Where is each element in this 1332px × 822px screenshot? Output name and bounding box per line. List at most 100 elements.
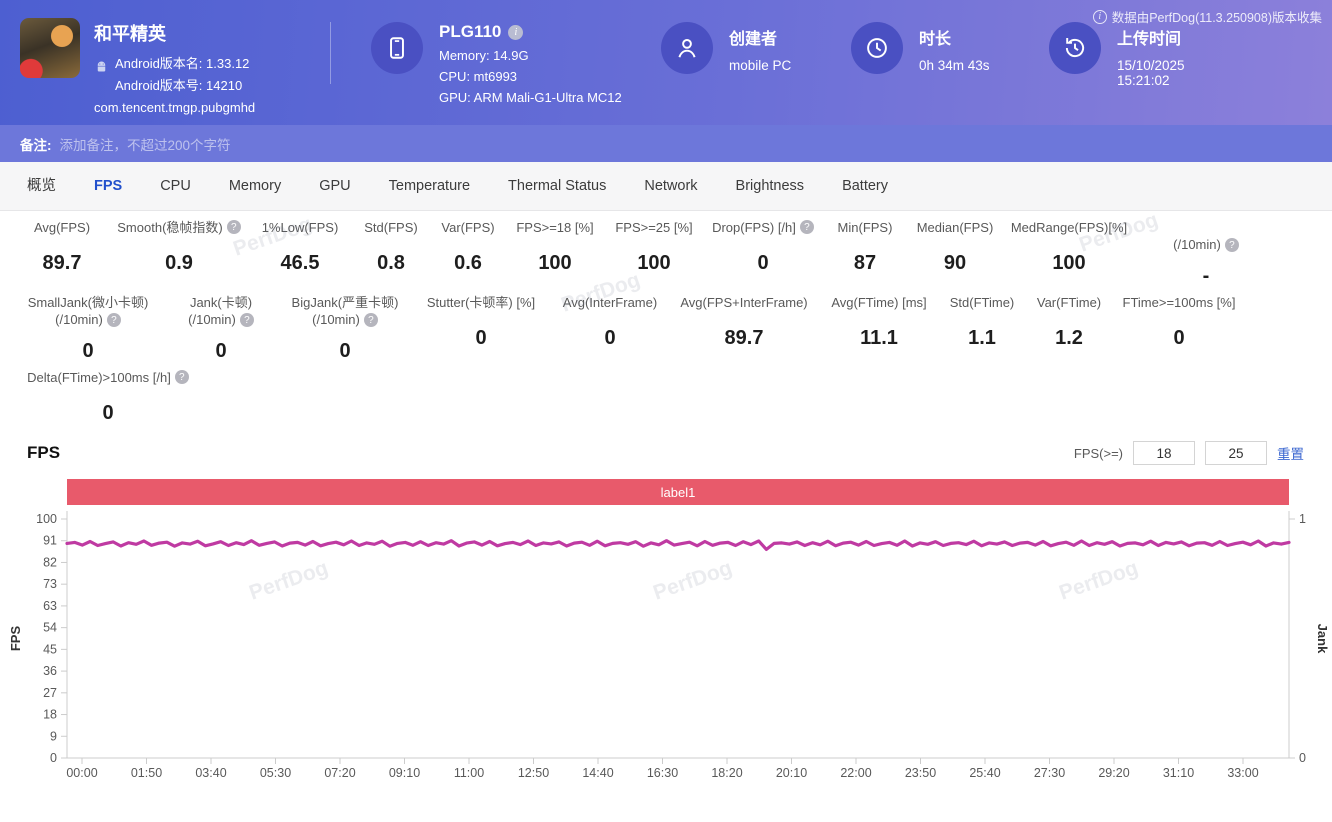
fps-threshold-input-1[interactable]: [1133, 441, 1195, 465]
stat-label-line2: (/10min)?: [284, 311, 406, 328]
info-icon: i: [1092, 9, 1107, 24]
app-icon: [20, 18, 80, 78]
tab-temperature[interactable]: Temperature: [370, 162, 489, 210]
tab-概览[interactable]: 概览: [8, 162, 75, 210]
y-tick-label: 73: [43, 577, 57, 591]
app-title: 和平精英: [94, 24, 166, 44]
y-tick-label: 45: [43, 642, 57, 656]
stat-label: Delta(FTime)>100ms [/h]?: [18, 369, 198, 386]
stat-metric: (/10min)? -: [1136, 219, 1276, 288]
y-tick-label: 82: [43, 555, 57, 569]
y-tick-label: 18: [43, 708, 57, 722]
device-name: PLG110: [439, 22, 502, 41]
stat-label: FPS>=18 [%]: [516, 220, 594, 235]
app-version-code: Android版本号: 14210: [115, 78, 243, 93]
stat-label: FTime>=100ms [%]: [1122, 295, 1236, 310]
tab-network[interactable]: Network: [625, 162, 716, 210]
x-tick-label: 01:50: [131, 766, 162, 780]
y-axis-title: FPS: [8, 626, 23, 652]
stat-label: Std(FPS): [364, 220, 418, 235]
stat-value: 0.8: [377, 252, 405, 274]
stat-label: Std(FTime): [949, 295, 1015, 310]
stat-value: 89.7: [42, 252, 82, 274]
tab-battery[interactable]: Battery: [823, 162, 907, 210]
stat-value: -: [1202, 265, 1210, 287]
chart-banner-text: label1: [660, 484, 696, 500]
tab-gpu[interactable]: GPU: [300, 162, 369, 210]
help-icon[interactable]: ?: [799, 220, 814, 234]
stat-value: 0: [475, 327, 487, 349]
stat-label: Median(FPS): [916, 220, 994, 235]
tab-fps[interactable]: FPS: [75, 162, 141, 210]
stat-value: 0.6: [454, 252, 482, 274]
stat-metric: BigJank(严重卡顿) (/10min)? 0: [280, 294, 410, 363]
help-icon[interactable]: ?: [106, 313, 121, 327]
stat-value: 0: [757, 252, 769, 274]
note-input-bar[interactable]: 备注: 添加备注，不超过200个字符: [0, 125, 1332, 162]
device-info-icon[interactable]: i: [508, 24, 524, 40]
app-package: com.tencent.tmgp.pubgmhd: [94, 100, 256, 115]
android-icon: [94, 59, 109, 77]
stat-label: Avg(FPS): [33, 220, 91, 235]
y-tick-label: 63: [43, 599, 57, 613]
fps-stats-panel: Avg(FPS) 89.7 Smooth(稳帧指数)? 0.9 1%Low(FPS) 46…: [0, 208, 1332, 605]
stat-metric: Avg(FTime) [ms] 11.1: [820, 294, 938, 350]
app-version-name: Android版本名: 1.33.12: [115, 56, 250, 71]
stat-label: BigJank(严重卡顿): [291, 295, 399, 310]
stat-metric: Std(FTime) 1.1: [938, 294, 1026, 350]
stat-value: 0.9: [165, 252, 193, 274]
stat-metric: Min(FPS) 87: [822, 219, 908, 275]
stat-label: [1140, 219, 1272, 236]
x-tick-label: 18:20: [711, 766, 742, 780]
tab-memory[interactable]: Memory: [210, 162, 300, 210]
stat-value: 1.1: [968, 327, 996, 349]
y-tick-label: 0: [50, 751, 57, 765]
creator-label: 创建者: [729, 31, 778, 48]
fps-threshold-input-2[interactable]: [1205, 441, 1267, 465]
stat-value: 1.2: [1055, 327, 1083, 349]
help-icon[interactable]: ?: [239, 313, 254, 327]
stat-metric: MedRange(FPS)[%] 100: [1002, 219, 1136, 275]
stat-label-line2: (/10min)?: [166, 311, 276, 328]
stat-metric: Delta(FTime)>100ms [/h]? 0: [14, 369, 202, 425]
x-tick-label: 00:00: [66, 766, 97, 780]
help-icon[interactable]: ?: [226, 220, 241, 234]
stat-label: Smooth(稳帧指数)?: [114, 219, 244, 236]
app-info-block: 和平精英 Android版本名: 1.33.12 Android版本号: 142…: [0, 0, 330, 115]
stat-value: 87: [853, 252, 877, 274]
fps-chart-title: FPS: [27, 443, 61, 462]
y-tick-label: 27: [43, 686, 57, 700]
help-icon[interactable]: ?: [363, 313, 378, 327]
upload-time-label: 上传时间: [1117, 31, 1182, 48]
tab-brightness[interactable]: Brightness: [717, 162, 824, 210]
x-tick-label: 09:10: [389, 766, 420, 780]
stat-metric: Avg(InterFrame) 0: [552, 294, 668, 350]
help-icon[interactable]: ?: [1224, 238, 1239, 252]
collect-info: i 数据由PerfDog(11.3.250908)版本收集: [1092, 7, 1322, 26]
stat-value: 100: [637, 252, 671, 274]
stat-label: MedRange(FPS)[%]: [1010, 220, 1128, 235]
chart-label-banner: label1: [67, 479, 1289, 505]
stat-metric: Std(FPS) 0.8: [352, 219, 430, 275]
stat-metric: Var(FTime) 1.2: [1026, 294, 1112, 350]
x-tick-label: 16:30: [647, 766, 678, 780]
stats-row-2: SmallJank(微小卡顿) (/10min)? 0 Jank(卡顿) (/10min…: [14, 294, 1332, 363]
stat-label: Var(FPS): [441, 220, 495, 235]
upload-time-value: 15/10/2025 15:21:02: [1117, 58, 1185, 88]
x-tick-label: 11:00: [454, 766, 484, 780]
stat-value: 46.5: [280, 252, 320, 274]
reset-link[interactable]: 重置: [1277, 443, 1304, 463]
tab-thermal-status[interactable]: Thermal Status: [489, 162, 625, 210]
stat-label: FPS>=25 [%]: [615, 220, 693, 235]
fps-line-chart-svg[interactable]: 100 91 82 73 63 54 45 36 27 18 9 0 1 0 00:00 01:50 03:40…: [0, 505, 1332, 790]
fps-chart[interactable]: 100 91 82 73 63 54 45 36 27 18 9 0 1 0 00:00 01:50 03:40…: [0, 505, 1332, 795]
device-info-block: PLG110 i Memory: 14.9G CPU: mt6993 GPU: …: [331, 0, 661, 105]
stat-value: 0: [215, 340, 227, 362]
history-clock-icon: [1049, 22, 1101, 74]
x-tick-label: 25:40: [969, 766, 1000, 780]
stat-label: Avg(FTime) [ms]: [831, 295, 927, 310]
note-label: 备注:: [20, 137, 52, 153]
tab-cpu[interactable]: CPU: [141, 162, 210, 210]
help-icon[interactable]: ?: [174, 370, 189, 384]
stat-metric: Avg(FPS+InterFrame) 89.7: [668, 294, 820, 350]
